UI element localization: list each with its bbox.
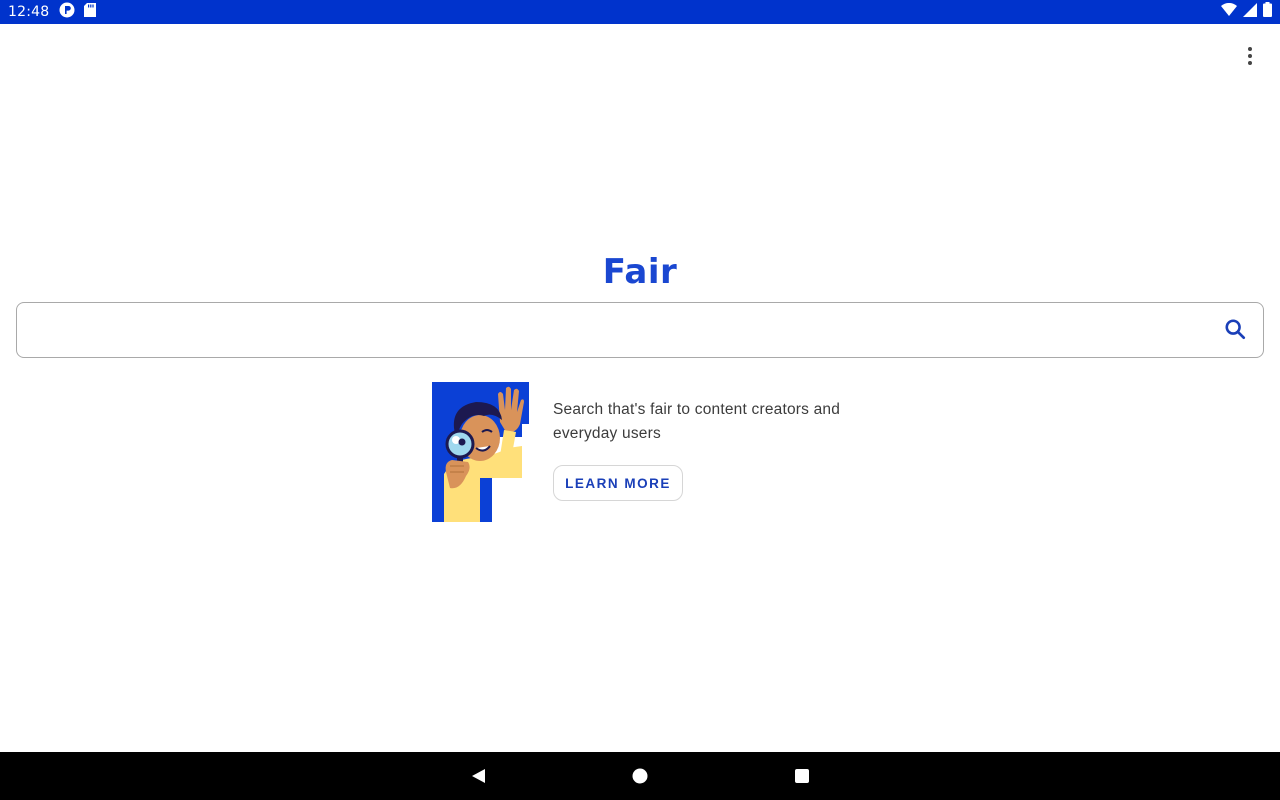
- more-vert-icon: [1248, 47, 1252, 51]
- more-vert-icon-dot: [1248, 61, 1252, 65]
- navigation-bar: [0, 752, 1280, 800]
- search-input[interactable]: [17, 303, 1211, 357]
- wifi-icon: [1221, 2, 1237, 22]
- more-vert-icon-dot: [1248, 54, 1252, 58]
- signal-icon: [1243, 2, 1257, 22]
- search-icon: [1224, 318, 1246, 343]
- sd-card-icon: [84, 2, 97, 22]
- status-left-icons: [59, 2, 97, 23]
- battery-icon: [1263, 2, 1272, 22]
- promo-illustration: [432, 382, 529, 522]
- back-icon: [472, 769, 485, 783]
- home-button[interactable]: [628, 764, 652, 788]
- status-bar: 12:48: [0, 0, 1280, 24]
- home-icon: [632, 768, 648, 784]
- brand-title: Fair: [602, 252, 678, 292]
- status-right-icons: [1221, 2, 1272, 22]
- search-button[interactable]: [1211, 306, 1259, 354]
- search-box[interactable]: [16, 302, 1264, 358]
- app-notification-icon: [59, 2, 75, 23]
- back-button[interactable]: [466, 764, 490, 788]
- recents-button[interactable]: [790, 764, 814, 788]
- learn-more-button[interactable]: LEARN MORE: [553, 465, 683, 501]
- recents-icon: [795, 769, 809, 783]
- overflow-menu-button[interactable]: [1238, 44, 1262, 68]
- promo-tagline: Search that's fair to content creators a…: [553, 401, 841, 442]
- status-time: 12:48: [8, 4, 50, 20]
